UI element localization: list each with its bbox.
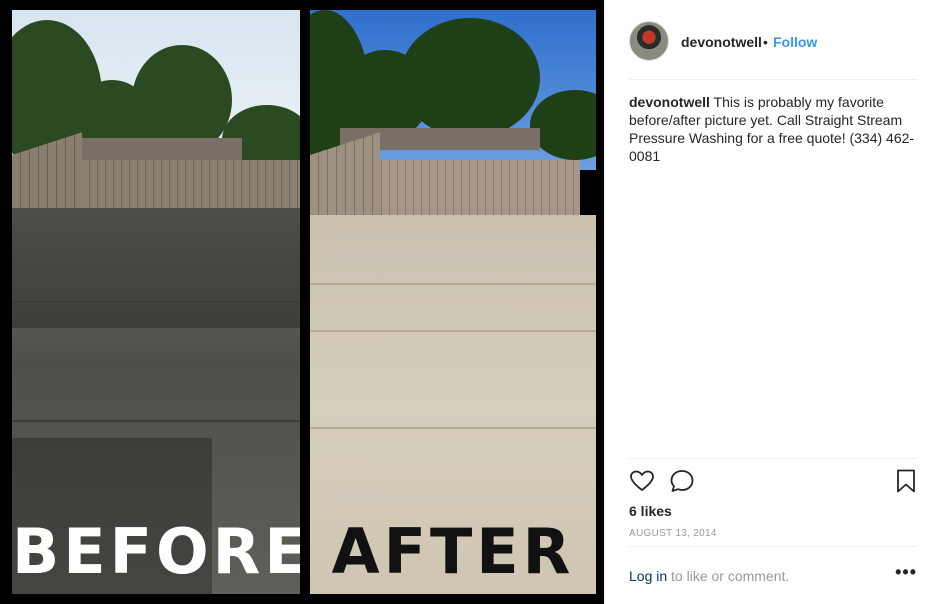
divider	[629, 79, 917, 80]
post-side-panel: devonotwell • Follow devonotwell This is…	[604, 0, 941, 604]
heart-icon[interactable]	[629, 468, 655, 494]
divider	[629, 546, 917, 547]
seam	[310, 427, 596, 429]
seam	[12, 420, 300, 422]
separator-dot: •	[763, 34, 768, 50]
follow-button[interactable]: Follow	[773, 34, 817, 50]
login-suffix: to like or comment.	[667, 568, 790, 584]
seam	[310, 330, 596, 332]
bookmark-icon[interactable]	[893, 468, 919, 494]
after-panel: AFTER	[310, 10, 596, 594]
post-header: devonotwell • Follow	[605, 0, 941, 80]
seam	[310, 283, 596, 285]
more-options-icon[interactable]: •••	[895, 562, 917, 583]
house-roof	[82, 138, 242, 160]
seam	[12, 301, 300, 303]
before-label: BEFORE	[12, 515, 300, 588]
after-label: AFTER	[331, 515, 575, 588]
login-link[interactable]: Log in	[629, 568, 667, 584]
avatar[interactable]	[629, 21, 669, 61]
post-date[interactable]: AUGUST 13, 2014	[629, 528, 717, 539]
tree	[340, 50, 430, 140]
action-bar	[629, 468, 917, 496]
likes-count[interactable]: 6 likes	[629, 503, 672, 519]
post-caption: devonotwell This is probably my favorite…	[629, 93, 917, 165]
shade	[12, 208, 300, 328]
divider	[629, 458, 917, 459]
back-fence	[350, 160, 580, 218]
header-username[interactable]: devonotwell	[681, 34, 762, 50]
before-panel: BEFORE	[12, 10, 300, 594]
caption-username[interactable]: devonotwell	[629, 94, 710, 110]
post-photo[interactable]: BEFORE AFTER	[0, 0, 604, 604]
login-prompt: Log in to like or comment.	[629, 568, 917, 584]
comment-icon[interactable]	[669, 468, 695, 494]
